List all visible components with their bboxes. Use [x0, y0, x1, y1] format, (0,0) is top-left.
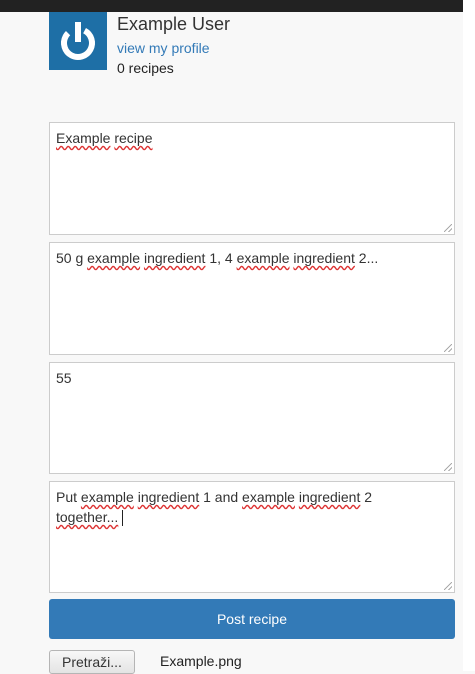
instructions-text: 1 and — [203, 489, 239, 505]
ingredients-text: ingredient — [143, 250, 206, 266]
text-caret — [122, 510, 124, 527]
ingredients-text: 50 g — [56, 250, 84, 266]
user-name: Example User — [117, 14, 231, 34]
post-recipe-button[interactable]: Post recipe — [49, 599, 455, 639]
ingredients-text: example — [236, 250, 290, 266]
prep-time-value: 55 — [56, 370, 72, 386]
instructions-text: example — [242, 489, 295, 505]
profile-card: Example User view my profile 0 recipes — [49, 12, 349, 102]
title-word: Example — [56, 130, 111, 146]
ingredients-text: example — [87, 250, 141, 266]
instructions-textarea[interactable]: Put example ingredient 1 and example ing… — [49, 481, 455, 593]
recipe-title-textarea[interactable]: Example recipe — [49, 122, 455, 235]
resize-handle-icon[interactable] — [444, 344, 452, 352]
instructions-text: example — [80, 489, 134, 505]
selected-file-name: Example.png — [160, 653, 242, 669]
instructions-text: ingredient — [298, 489, 361, 505]
instructions-text: 2 — [364, 489, 373, 505]
ingredients-text: ingredient — [293, 250, 355, 266]
browse-file-button[interactable]: Pretraži... — [49, 650, 135, 674]
prep-time-textarea[interactable]: 55 — [49, 362, 455, 474]
instructions-text: ingredient — [137, 489, 200, 505]
ingredients-text: 1, 4 — [209, 250, 233, 266]
instructions-text: Put — [56, 489, 78, 505]
avatar[interactable] — [49, 12, 107, 70]
scrollbar-track[interactable] — [463, 0, 475, 671]
title-word: recipe — [114, 130, 153, 146]
top-bar — [0, 0, 463, 12]
resize-handle-icon[interactable] — [444, 224, 452, 232]
resize-handle-icon[interactable] — [444, 463, 452, 471]
view-profile-link[interactable]: view my profile — [117, 40, 210, 56]
power-icon — [61, 22, 95, 60]
ingredients-text: 2... — [358, 250, 379, 266]
resize-handle-icon[interactable] — [444, 582, 452, 590]
recipe-count: 0 recipes — [117, 60, 174, 76]
ingredients-textarea[interactable]: 50 g example ingredient 1, 4 example ing… — [49, 242, 455, 355]
instructions-text: together... — [56, 509, 119, 525]
